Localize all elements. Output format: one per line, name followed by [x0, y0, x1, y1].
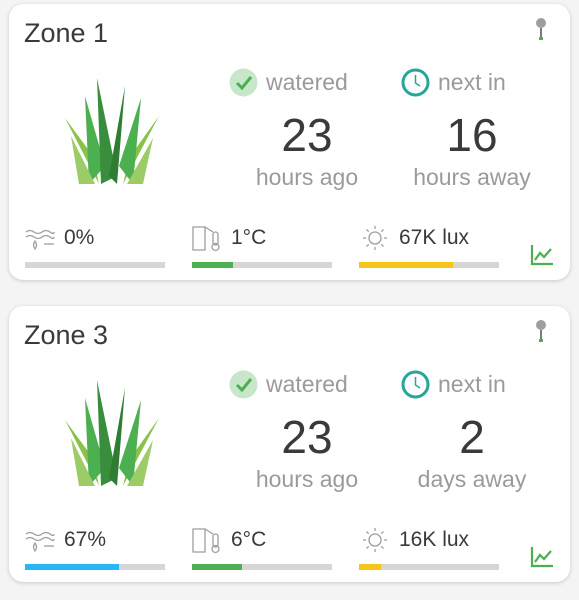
next-value: 2 — [459, 411, 485, 463]
temperature-sensor: 6°C — [191, 524, 331, 556]
next-header: next in — [401, 368, 506, 400]
zone-card[interactable]: Zone 1 watered 23 hours ago next in 16 h… — [9, 4, 570, 280]
moisture-bar — [25, 564, 165, 570]
zone-title: Zone 3 — [24, 320, 109, 350]
next-unit: days away — [417, 466, 527, 492]
watered-label: watered — [266, 370, 348, 397]
next-header: next in — [401, 66, 506, 98]
light-sensor: 16K lux — [359, 524, 499, 556]
watered-label: watered — [266, 68, 348, 95]
thermometer-icon — [192, 226, 220, 252]
moisture-value: 67% — [64, 528, 107, 551]
light-bar — [359, 564, 499, 570]
light-value: 16K lux — [399, 528, 470, 551]
next-unit: hours away — [413, 164, 531, 190]
watered-unit: hours ago — [255, 164, 359, 190]
temperature-value: 1°C — [231, 226, 267, 249]
zone-card[interactable]: Zone 3 watered 23 hours ago next in 2 da… — [9, 306, 570, 582]
watered-header: watered — [229, 66, 348, 98]
moisture-icon — [25, 229, 55, 251]
grass-icon — [65, 78, 159, 184]
sun-icon — [363, 528, 387, 552]
check-icon — [229, 370, 258, 398]
moisture-bar — [25, 262, 165, 268]
clock-icon — [401, 68, 430, 96]
temperature-bar-fill — [192, 262, 233, 268]
temperature-bar-fill — [192, 564, 243, 570]
next-value: 16 — [446, 109, 498, 161]
temperature-bar — [192, 564, 332, 570]
moisture-icon — [25, 531, 55, 553]
light-bar-fill — [359, 262, 453, 268]
watered-value: 23 — [281, 109, 333, 161]
watered-value: 23 — [281, 411, 333, 463]
watered-header: watered — [229, 368, 348, 400]
sensor-pin-icon[interactable] — [534, 17, 548, 43]
chart-icon[interactable] — [530, 546, 554, 568]
zone-title: Zone 1 — [24, 18, 109, 48]
light-value: 67K lux — [399, 226, 470, 249]
temperature-sensor: 1°C — [191, 222, 331, 254]
light-bar-fill — [359, 564, 382, 570]
moisture-sensor: 0% — [24, 222, 164, 254]
watered-unit: hours ago — [255, 466, 359, 492]
sensor-pin-icon[interactable] — [534, 319, 548, 345]
moisture-bar-fill — [25, 564, 119, 570]
chart-icon[interactable] — [530, 244, 554, 266]
check-icon — [229, 68, 258, 96]
next-label: next in — [438, 68, 506, 95]
thermometer-icon — [192, 528, 220, 554]
grass-icon — [65, 380, 159, 486]
light-bar — [359, 262, 499, 268]
clock-icon — [401, 370, 430, 398]
moisture-sensor: 67% — [24, 524, 164, 556]
sun-icon — [363, 226, 387, 250]
temperature-bar — [192, 262, 332, 268]
moisture-value: 0% — [64, 226, 95, 249]
light-sensor: 67K lux — [359, 222, 499, 254]
next-label: next in — [438, 370, 506, 397]
temperature-value: 6°C — [231, 528, 267, 551]
